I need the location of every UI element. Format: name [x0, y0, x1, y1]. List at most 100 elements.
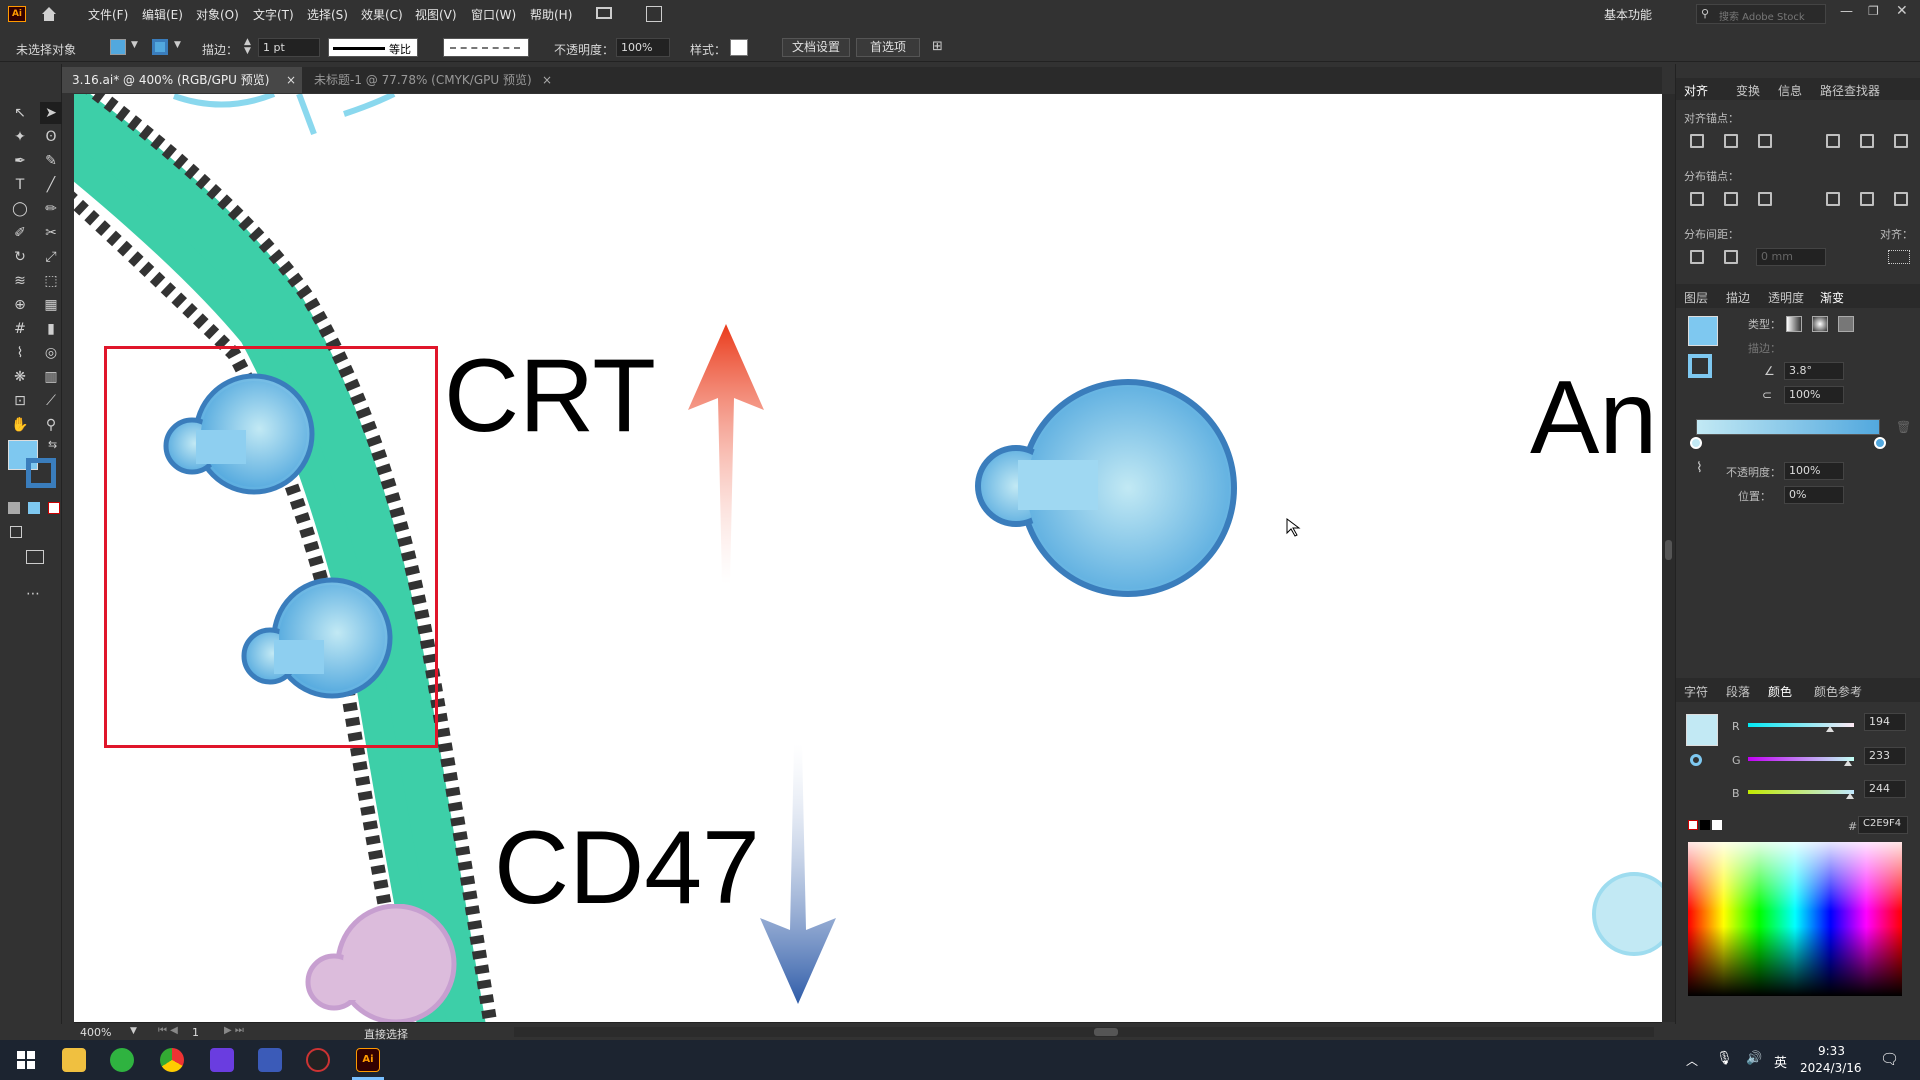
freeform-gradient-icon[interactable] — [1838, 316, 1854, 332]
receptor-large[interactable] — [958, 376, 1248, 606]
scrollbar-thumb[interactable] — [1094, 1028, 1118, 1036]
distribute-top-icon[interactable] — [1690, 192, 1704, 206]
arrange-documents-icon[interactable] — [596, 7, 612, 19]
tab-transparency[interactable]: 透明度 — [1768, 289, 1804, 306]
tab-color[interactable]: 颜色 — [1768, 683, 1792, 700]
up-arrow[interactable] — [686, 324, 776, 584]
blend-tool-icon[interactable]: ◎ — [40, 342, 62, 364]
gradient-angle-field[interactable]: 3.8° — [1784, 362, 1844, 380]
pen-tool-icon[interactable]: ✒ — [9, 150, 31, 172]
scrollbar-thumb[interactable] — [1665, 540, 1672, 560]
perspective-grid-icon[interactable]: ▦ — [40, 294, 62, 316]
black-color-icon[interactable] — [1700, 820, 1710, 830]
windows-start-icon[interactable] — [14, 1048, 38, 1072]
r-slider-thumb[interactable] — [1826, 726, 1834, 732]
illustrator-taskbar-icon[interactable]: Ai — [356, 1048, 380, 1072]
tab-color-guide[interactable]: 颜色参考 — [1814, 683, 1862, 700]
delete-stop-icon[interactable]: 🗑 — [1896, 420, 1911, 434]
artboard-number[interactable]: 1 — [192, 1026, 199, 1039]
eyedropper-icon[interactable]: ⌇ — [1696, 460, 1703, 476]
wechat-icon[interactable] — [110, 1048, 134, 1072]
brush-select[interactable] — [443, 38, 529, 57]
document-setup-button[interactable]: 文档设置 — [782, 38, 850, 57]
selection-tool-icon[interactable]: ↖ — [9, 102, 31, 124]
down-arrow[interactable] — [758, 744, 848, 1004]
close-icon[interactable]: × — [542, 67, 552, 93]
menu-edit[interactable]: 编辑(E) — [142, 6, 183, 23]
lasso-icon[interactable]: ʘ — [40, 126, 62, 148]
graphic-style-swatch[interactable] — [730, 39, 748, 56]
label-an[interactable]: An — [1530, 366, 1657, 470]
stop-opacity-field[interactable]: 100% — [1784, 462, 1844, 480]
align-top-icon[interactable] — [1826, 134, 1840, 148]
artboard-nav-prev-icon[interactable]: ⏮ ◀ — [158, 1025, 178, 1036]
tray-chevron-up-icon[interactable]: ︿ — [1686, 1052, 1698, 1069]
swap-colors-icon[interactable]: ⇆ — [48, 438, 57, 451]
menu-file[interactable]: 文件(F) — [88, 6, 128, 23]
tab-gradient[interactable]: 渐变 — [1820, 289, 1844, 306]
menu-type[interactable]: 文字(T) — [253, 6, 294, 23]
spacing-vertical-icon[interactable] — [1690, 250, 1704, 264]
chevron-down-icon[interactable]: ▼ — [174, 40, 181, 50]
artboard-tool-icon[interactable]: ⊡ — [9, 390, 31, 412]
zoom-tool-icon[interactable]: ⚲ — [40, 414, 62, 436]
horizontal-scrollbar[interactable] — [514, 1027, 1654, 1037]
drawing-mode-icon[interactable] — [10, 526, 22, 538]
screen-recorder-icon[interactable] — [306, 1048, 330, 1072]
radial-gradient-icon[interactable] — [1812, 316, 1828, 332]
color-mode-icon[interactable] — [8, 502, 20, 514]
gpu-icon[interactable] — [646, 6, 662, 22]
microphone-icon[interactable]: 🎙 — [1716, 1051, 1733, 1066]
b-slider-thumb[interactable] — [1846, 793, 1854, 799]
color-spectrum[interactable] — [1688, 842, 1902, 996]
screen-mode-icon[interactable] — [26, 550, 44, 564]
clock-date[interactable]: 2024/3/16 — [1800, 1061, 1862, 1075]
stock-search[interactable]: ⚲ 搜索 Adobe Stock — [1696, 4, 1826, 24]
paintbrush-icon[interactable]: ✏ — [40, 198, 62, 220]
curvature-tool-icon[interactable]: ✎ — [40, 150, 62, 172]
align-bottom-icon[interactable] — [1894, 134, 1908, 148]
zoom-level[interactable]: 400% — [80, 1026, 111, 1039]
graph-tool-icon[interactable]: ▥ — [40, 366, 62, 388]
align-hcenter-icon[interactable] — [1724, 134, 1738, 148]
spacing-horizontal-icon[interactable] — [1724, 250, 1738, 264]
mesh-tool-icon[interactable]: # — [9, 318, 31, 340]
stepper-icon[interactable]: ▲ ▼ — [244, 38, 251, 56]
distribute-left-icon[interactable] — [1826, 192, 1840, 206]
clock-time[interactable]: 9:33 — [1818, 1044, 1845, 1058]
hex-value-field[interactable]: C2E9F4 — [1858, 816, 1908, 834]
slice-tool-icon[interactable]: ⟋ — [40, 390, 62, 412]
app-feather-icon[interactable] — [210, 1048, 234, 1072]
align-to-selector-icon[interactable] — [1888, 250, 1910, 264]
stroke-color-swatch[interactable] — [26, 458, 56, 488]
white-color-icon[interactable] — [1712, 820, 1722, 830]
gradient-stroke-swatch[interactable] — [1688, 354, 1712, 378]
free-transform-icon[interactable]: ⬚ — [40, 270, 62, 292]
g-value-field[interactable]: 233 — [1864, 747, 1906, 765]
stop-location-field[interactable]: 0% — [1784, 486, 1844, 504]
chevron-down-icon[interactable]: ▼ — [131, 40, 138, 50]
cd47-receptor[interactable] — [286, 904, 466, 1022]
vertical-scrollbar[interactable] — [1662, 94, 1675, 1022]
pencil-icon[interactable]: ✐ — [9, 222, 31, 244]
symbol-sprayer-icon[interactable]: ❋ — [9, 366, 31, 388]
more-tools-icon[interactable]: ⋯ — [26, 586, 40, 602]
warp-tool-icon[interactable]: ≋ — [9, 270, 31, 292]
label-crt[interactable]: CRT — [444, 344, 656, 448]
direct-selection-tool-icon[interactable]: ➤ — [40, 102, 62, 124]
none-color-icon[interactable] — [1688, 820, 1698, 830]
distribute-right-icon[interactable] — [1894, 192, 1908, 206]
gradient-stop-left[interactable] — [1690, 437, 1702, 449]
minimize-icon[interactable]: — — [1840, 4, 1853, 19]
tab-paragraph[interactable]: 段落 — [1726, 683, 1750, 700]
distribute-hcenter-icon[interactable] — [1860, 192, 1874, 206]
shape-builder-icon[interactable]: ⊕ — [9, 294, 31, 316]
gradient-mode-icon[interactable] — [28, 502, 40, 514]
tab-character[interactable]: 字符 — [1684, 683, 1708, 700]
tab-pathfinder[interactable]: 路径查找器 — [1820, 82, 1880, 99]
linear-gradient-icon[interactable] — [1786, 316, 1802, 332]
eyedropper-icon[interactable]: ⌇ — [9, 342, 31, 364]
stroke-weight-field[interactable]: 1 pt — [258, 38, 320, 57]
file-explorer-icon[interactable] — [62, 1048, 86, 1072]
align-options-icon[interactable]: ⊞ — [932, 39, 943, 54]
